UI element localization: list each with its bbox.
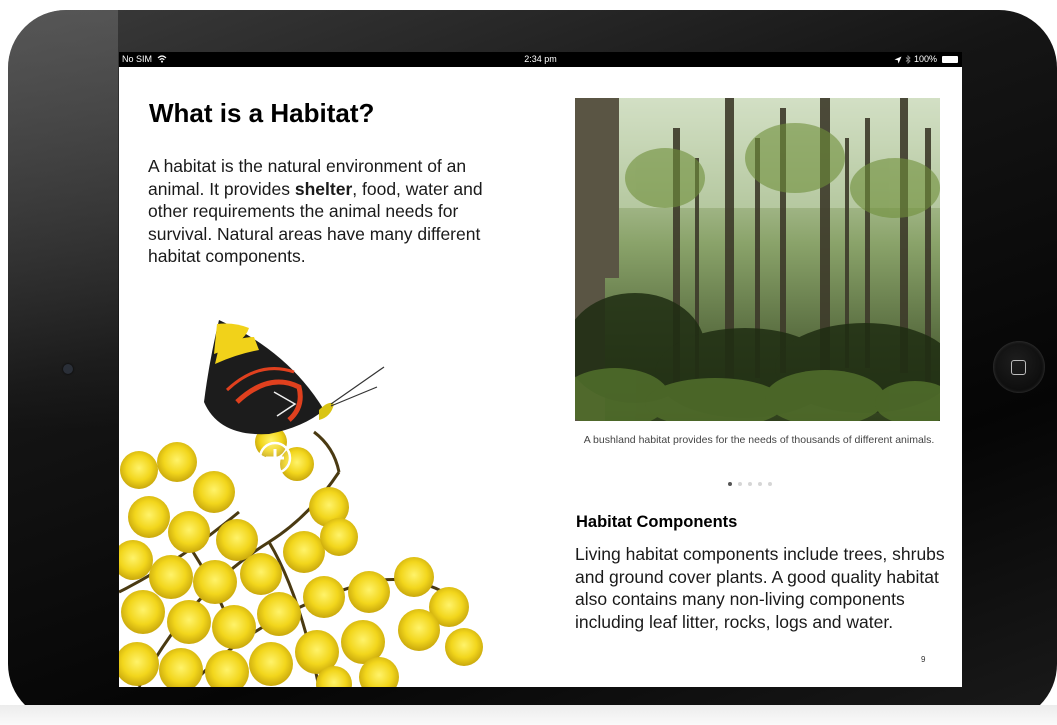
screen: No SIM 2:34 pm 100% What is a Habitat? A… xyxy=(119,52,962,687)
page-title: What is a Habitat? xyxy=(149,98,375,128)
intro-bold-term[interactable]: shelter xyxy=(295,179,352,199)
status-time: 2:34 pm xyxy=(524,54,557,64)
components-heading: Habitat Components xyxy=(576,513,738,531)
bluetooth-icon xyxy=(905,55,911,64)
intro-paragraph: A habitat is the natural environment of … xyxy=(148,155,518,268)
gallery-dot[interactable] xyxy=(758,482,762,486)
butterfly-wattle-illustration xyxy=(119,320,483,687)
plus-circle-icon xyxy=(258,441,292,475)
page-number: 9 xyxy=(921,655,926,664)
battery-percent: 100% xyxy=(913,54,937,64)
camera-icon xyxy=(63,364,73,374)
status-bar: No SIM 2:34 pm 100% xyxy=(119,52,962,67)
location-arrow-icon xyxy=(894,56,902,63)
home-button-icon xyxy=(1011,360,1026,375)
components-paragraph: Living habitat components include trees,… xyxy=(575,544,945,632)
surface-reflection xyxy=(0,705,1057,725)
gallery-dot[interactable] xyxy=(748,482,752,486)
battery-icon xyxy=(942,56,958,63)
status-right: 100% xyxy=(894,52,958,67)
gallery-dot[interactable] xyxy=(738,482,742,486)
butterfly xyxy=(204,320,385,435)
bushland-photo[interactable] xyxy=(575,98,940,421)
gallery-page-dots[interactable] xyxy=(728,482,772,486)
photo-caption: A bushland habitat provides for the need… xyxy=(583,434,935,446)
gallery-dot[interactable] xyxy=(728,482,732,486)
wattle-flowers xyxy=(119,426,483,687)
gallery-dot[interactable] xyxy=(768,482,772,486)
